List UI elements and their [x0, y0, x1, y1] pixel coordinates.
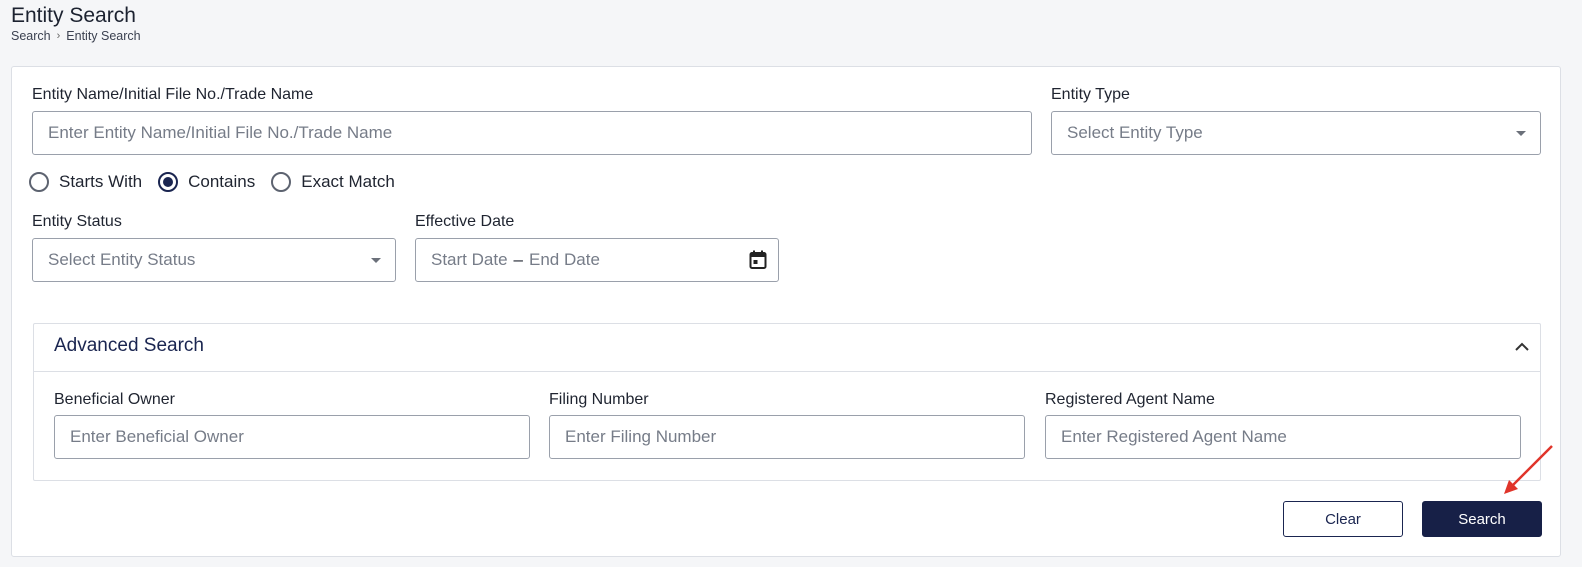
filing-number-field[interactable]	[549, 415, 1025, 459]
chevron-up-icon[interactable]	[1514, 339, 1530, 355]
caret-down-icon	[371, 258, 381, 263]
radio-starts-with[interactable]: Starts With	[29, 172, 142, 192]
advanced-search-header[interactable]: Advanced Search	[34, 324, 1540, 372]
breadcrumb: Search › Entity Search	[11, 29, 141, 43]
radio-button-selected[interactable]	[158, 172, 179, 192]
registered-agent-label: Registered Agent Name	[1045, 391, 1215, 408]
search-form-card: Entity Name/Initial File No./Trade Name …	[11, 66, 1561, 557]
radio-label: Exact Match	[301, 172, 395, 191]
entity-name-field[interactable]	[32, 111, 1032, 155]
end-date-placeholder[interactable]: End Date	[529, 250, 600, 270]
date-range-separator: –	[513, 250, 524, 269]
entity-type-label: Entity Type	[1051, 86, 1130, 103]
breadcrumb-item-search[interactable]: Search	[11, 29, 51, 43]
entity-status-select[interactable]: Select Entity Status	[32, 238, 396, 282]
radio-exact-match[interactable]: Exact Match	[271, 172, 395, 192]
radio-label: Starts With	[59, 172, 143, 191]
beneficial-owner-label: Beneficial Owner	[54, 391, 175, 408]
filing-number-label: Filing Number	[549, 391, 649, 408]
page-title: Entity Search	[11, 4, 136, 27]
red-arrow-icon	[1504, 445, 1553, 494]
breadcrumb-separator-icon: ›	[56, 30, 61, 42]
clear-button[interactable]: Clear	[1283, 501, 1403, 537]
radio-contains[interactable]: Contains	[158, 172, 255, 192]
radio-button[interactable]	[271, 172, 292, 192]
registered-agent-input[interactable]	[1061, 416, 1520, 458]
effective-date-label: Effective Date	[415, 213, 515, 230]
beneficial-owner-field[interactable]	[54, 415, 530, 459]
effective-date-range-field[interactable]: Start Date – End Date	[415, 238, 779, 282]
entity-status-placeholder: Select Entity Status	[48, 250, 196, 269]
registered-agent-field[interactable]	[1045, 415, 1521, 459]
radio-button[interactable]	[29, 172, 49, 192]
start-date-placeholder[interactable]: Start Date	[431, 250, 508, 270]
caret-down-icon	[1516, 131, 1526, 136]
entity-name-label: Entity Name/Initial File No./Trade Name	[32, 86, 314, 103]
filing-number-input[interactable]	[565, 416, 1024, 458]
advanced-search-panel: Advanced Search Beneficial Owner Filing …	[33, 323, 1541, 481]
entity-type-select[interactable]: Select Entity Type	[1051, 111, 1541, 155]
calendar-icon[interactable]	[749, 250, 767, 270]
match-mode-radio-group: Starts With Contains Exact Match	[29, 172, 411, 192]
advanced-search-title: Advanced Search	[54, 335, 204, 356]
beneficial-owner-input[interactable]	[70, 416, 529, 458]
entity-type-placeholder: Select Entity Type	[1067, 123, 1203, 142]
radio-label: Contains	[188, 172, 256, 191]
search-button[interactable]: Search	[1422, 501, 1542, 537]
entity-name-input[interactable]	[48, 112, 1031, 154]
entity-status-label: Entity Status	[32, 213, 122, 230]
breadcrumb-item-entity-search: Entity Search	[66, 29, 141, 43]
